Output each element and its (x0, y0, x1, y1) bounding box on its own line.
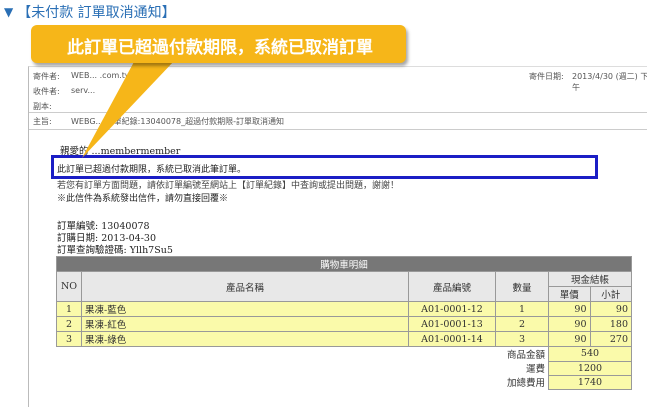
callout-bubble: 此訂單已超過付款期限，系統已取消訂單 (31, 25, 406, 63)
callout-text: 此訂單已超過付款期限，系統已取消訂單 (67, 38, 373, 58)
